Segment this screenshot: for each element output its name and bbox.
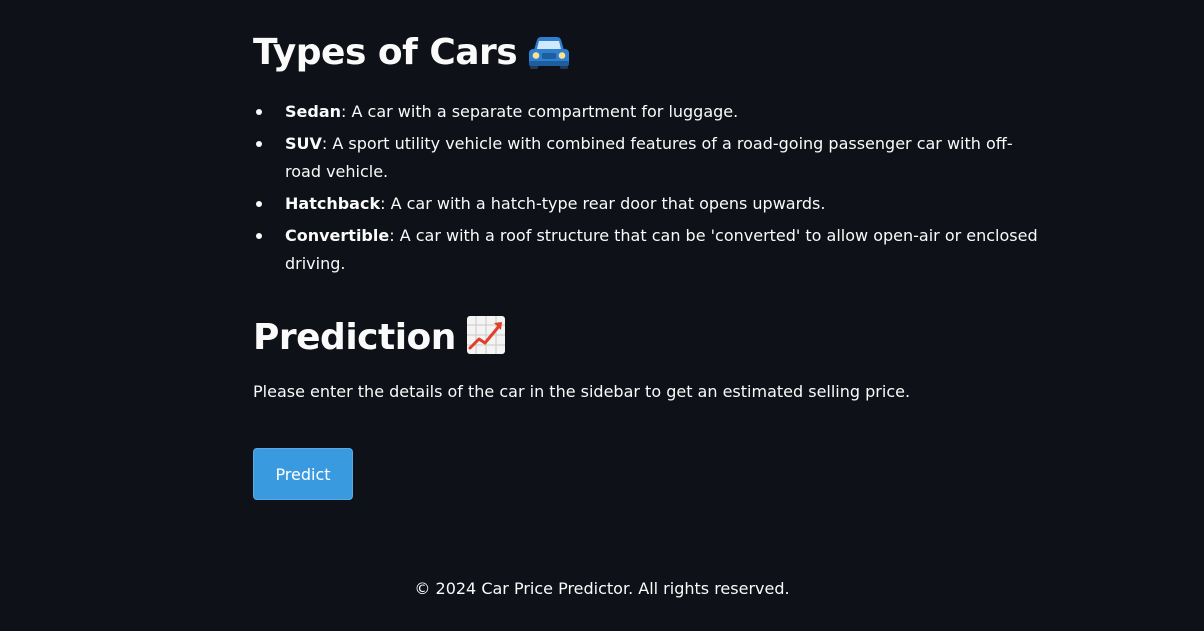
types-of-cars-heading: Types of Cars [253,31,571,80]
car-type-description: : A car with a separate compartment for … [341,102,739,121]
car-types-list: Sedan: A car with a separate compartment… [253,98,1043,282]
car-type-description: : A car with a hatch-type rear door that… [380,194,826,213]
car-type-name: Sedan [285,102,342,121]
bullet [256,109,262,115]
footer-copyright: © 2024 Car Price Predictor. All rights r… [414,579,790,598]
car-type-name: SUV [285,134,322,153]
car-icon [527,34,571,80]
list-item: SUV: A sport utility vehicle with combin… [253,130,1043,186]
prediction-instructions: Please enter the details of the car in t… [253,382,911,401]
bullet [256,141,262,147]
prediction-title: Prediction [253,317,456,358]
list-item: Hatchback: A car with a hatch-type rear … [253,190,1043,218]
list-item: Convertible: A car with a roof structure… [253,222,1043,278]
bullet [256,201,262,207]
car-type-name: Convertible [285,226,390,245]
car-type-description: : A sport utility vehicle with combined … [285,134,1013,181]
car-type-description: : A car with a roof structure that can b… [285,226,1038,273]
car-type-name: Hatchback [285,194,381,213]
predict-button[interactable]: Predict [253,448,353,500]
types-of-cars-title: Types of Cars [253,32,518,73]
chart-increasing-icon [466,315,506,365]
list-item: Sedan: A car with a separate compartment… [253,98,1043,126]
prediction-heading: Prediction [253,315,506,365]
bullet [256,233,262,239]
